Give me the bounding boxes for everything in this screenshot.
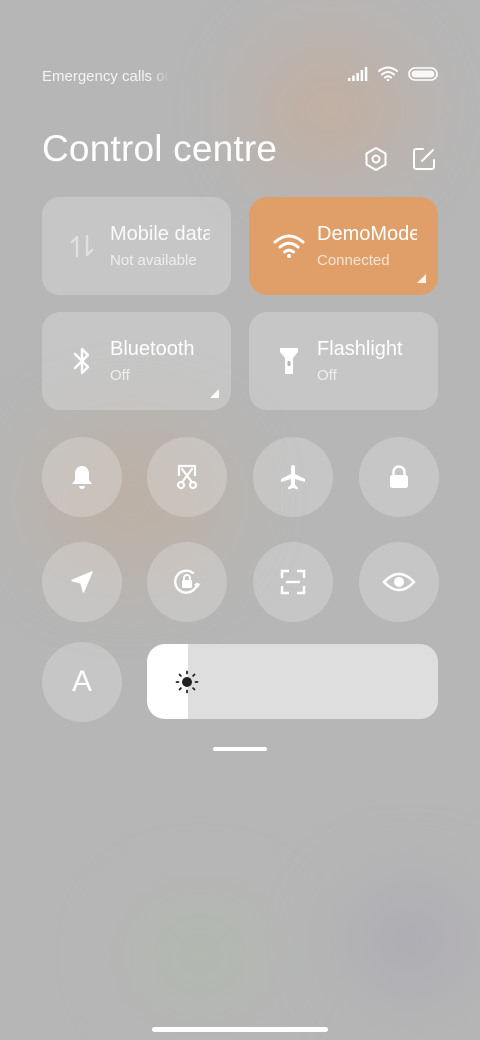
tile-bluetooth[interactable]: Bluetooth Off — [42, 312, 231, 410]
tile-status: Connected — [317, 252, 390, 269]
bluetooth-icon — [66, 345, 98, 377]
tile-wifi[interactable]: DemoMode Connected — [249, 197, 438, 295]
toggle-ringer[interactable] — [42, 437, 122, 517]
toggle-location[interactable] — [42, 542, 122, 622]
toggle-screenshot[interactable] — [147, 437, 227, 517]
battery-icon — [408, 66, 438, 81]
wallpaper-blur — [130, 900, 270, 1010]
signal-bars-icon — [348, 66, 368, 81]
scissors-screenshot-icon — [176, 464, 198, 490]
toggle-rotation-lock[interactable] — [147, 542, 227, 622]
tile-label: Flashlight — [317, 338, 403, 360]
scan-icon — [280, 569, 306, 595]
airplane-icon — [281, 465, 305, 490]
tile-status: Off — [110, 367, 130, 384]
auto-brightness-button[interactable]: A — [42, 642, 122, 722]
flashlight-icon — [273, 345, 305, 377]
settings-hexagon-icon — [365, 147, 387, 171]
tile-label: Mobile data — [110, 223, 210, 245]
settings-button[interactable] — [363, 146, 389, 172]
rotation-lock-icon — [174, 569, 201, 594]
bell-icon — [72, 466, 92, 489]
tile-flashlight[interactable]: Flashlight Off — [249, 312, 438, 410]
expand-corner-icon[interactable] — [210, 389, 219, 398]
tile-label: DemoMode — [317, 223, 417, 245]
tile-label: Bluetooth — [110, 338, 195, 360]
eye-icon — [382, 572, 416, 592]
lock-icon — [390, 465, 408, 488]
edit-button[interactable] — [411, 146, 437, 172]
toggle-scanner[interactable] — [253, 542, 333, 622]
wifi-icon — [273, 230, 305, 262]
page-title: Control centre — [42, 128, 278, 169]
auto-brightness-label: A — [71, 665, 92, 698]
mobile-data-arrows-icon — [66, 230, 98, 262]
toggle-reading-mode[interactable] — [359, 542, 439, 622]
expand-corner-icon[interactable] — [417, 274, 426, 283]
wallpaper-blur — [340, 880, 480, 1000]
location-arrow-icon — [71, 571, 93, 593]
toggle-airplane-mode[interactable] — [253, 437, 333, 517]
carrier-text: Emergency calls only — [42, 68, 170, 85]
sun-icon — [175, 670, 199, 694]
home-indicator[interactable] — [152, 1027, 328, 1032]
edit-icon — [413, 148, 435, 170]
tile-status: Not available — [110, 252, 197, 269]
status-bar: Emergency calls only — [42, 66, 438, 86]
toggle-lock-screen[interactable] — [359, 437, 439, 517]
wifi-icon — [378, 66, 398, 81]
brightness-slider[interactable] — [147, 644, 438, 719]
tile-mobile-data[interactable]: Mobile data Not available — [42, 197, 231, 295]
drag-handle[interactable] — [213, 747, 267, 751]
tile-status: Off — [317, 367, 337, 384]
